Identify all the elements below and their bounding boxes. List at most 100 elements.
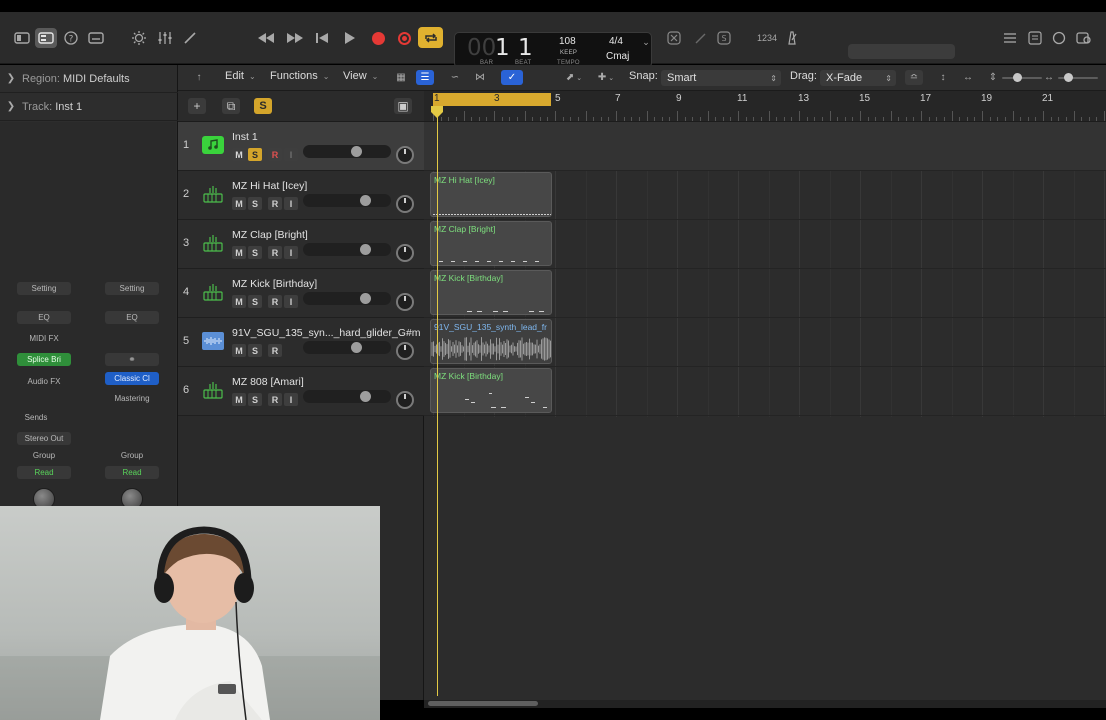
smart-controls-icon[interactable] bbox=[129, 28, 149, 48]
volume-slider[interactable] bbox=[303, 292, 391, 306]
record-enable-button[interactable]: R bbox=[268, 148, 282, 161]
fast-forward-icon[interactable] bbox=[284, 28, 306, 48]
volume-slider[interactable] bbox=[303, 390, 391, 404]
instrument-slot[interactable]: Splice Bri bbox=[17, 353, 71, 366]
edit-menu[interactable]: Edit ⌄ bbox=[225, 70, 256, 82]
pan-knob[interactable] bbox=[396, 244, 414, 262]
toolbar-icon[interactable] bbox=[85, 28, 107, 48]
key-commands-field[interactable] bbox=[848, 44, 955, 59]
functions-menu[interactable]: Functions ⌄ bbox=[270, 70, 329, 82]
volume-thumb[interactable] bbox=[351, 342, 362, 354]
mute-button[interactable]: M bbox=[232, 148, 246, 161]
horizontal-zoom-icon[interactable]: ↔ bbox=[1040, 70, 1058, 85]
volume-slider[interactable] bbox=[303, 243, 391, 257]
audio-fx-slot[interactable]: Audio FX bbox=[17, 375, 71, 388]
disclosure-chevron-icon[interactable]: ❯ bbox=[0, 101, 22, 112]
pan-knob[interactable] bbox=[396, 146, 414, 164]
input-monitor-button[interactable]: I bbox=[284, 246, 298, 259]
automation-icon[interactable]: ∽ bbox=[446, 70, 464, 85]
play-icon[interactable] bbox=[340, 28, 360, 48]
setting-button[interactable]: Setting bbox=[17, 282, 71, 295]
midi-region[interactable]: MZ Clap [Bright] bbox=[430, 221, 552, 266]
solo-button[interactable]: S bbox=[248, 344, 262, 357]
browsers-icon[interactable] bbox=[1073, 28, 1095, 48]
playhead[interactable] bbox=[437, 108, 438, 696]
pan-knob[interactable] bbox=[396, 293, 414, 311]
vertical-zoom-slider[interactable] bbox=[1002, 77, 1042, 79]
vertical-zoom-thumb[interactable] bbox=[1013, 73, 1022, 82]
midi-region[interactable]: MZ Kick [Birthday] bbox=[430, 368, 552, 413]
midi-region[interactable]: MZ Hi Hat [Icey] bbox=[430, 172, 552, 217]
secondary-tool-icon[interactable]: ✚ ⌄ bbox=[594, 70, 618, 85]
capture-record-icon[interactable] bbox=[394, 28, 414, 48]
autopunch-icon[interactable]: S bbox=[714, 28, 734, 48]
cycle-range[interactable] bbox=[433, 93, 551, 106]
midi-fx-slot[interactable]: MIDI FX bbox=[17, 332, 71, 345]
drag-select[interactable]: X-Fade ⇕ bbox=[820, 70, 896, 86]
mute-button[interactable]: M bbox=[232, 295, 246, 308]
mute-button[interactable]: M bbox=[232, 197, 246, 210]
track-lane[interactable] bbox=[424, 122, 1106, 171]
cycle-icon[interactable] bbox=[418, 27, 443, 48]
group-slot[interactable]: Group bbox=[105, 449, 159, 462]
mute-button[interactable]: M bbox=[232, 246, 246, 259]
track-name[interactable]: MZ 808 [Amari] bbox=[232, 376, 304, 388]
add-track-button[interactable]: + bbox=[188, 98, 206, 114]
pan-knob[interactable] bbox=[396, 342, 414, 360]
chevron-down-icon[interactable]: ⌄ bbox=[640, 32, 652, 52]
volume-thumb[interactable] bbox=[360, 293, 371, 305]
input-monitor-button[interactable]: I bbox=[284, 393, 298, 406]
mastering-slot[interactable]: Mastering bbox=[105, 392, 159, 405]
mute-button[interactable]: M bbox=[232, 344, 246, 357]
track-name[interactable]: MZ Hi Hat [Icey] bbox=[232, 180, 307, 192]
tracks-area[interactable]: 1 3 5 7 9 11 13 15 17 19 21 MZ Hi Hat [I… bbox=[424, 91, 1106, 700]
view-menu[interactable]: View ⌄ bbox=[343, 70, 378, 82]
track-name[interactable]: MZ Kick [Birthday] bbox=[232, 278, 317, 290]
flex-icon[interactable]: ⋈ bbox=[471, 70, 489, 85]
record-enable-button[interactable]: R bbox=[268, 344, 282, 357]
track-row[interactable]: 1 Inst 1 M S R I bbox=[178, 122, 424, 171]
solo-button[interactable]: S bbox=[248, 295, 262, 308]
volume-thumb[interactable] bbox=[360, 244, 371, 256]
record-enable-button[interactable]: R bbox=[268, 295, 282, 308]
pan-knob[interactable] bbox=[396, 195, 414, 213]
volume-slider[interactable] bbox=[303, 145, 391, 159]
group-slot[interactable]: Group bbox=[17, 449, 71, 462]
volume-slider[interactable] bbox=[303, 341, 391, 355]
loop-browser-icon[interactable] bbox=[1049, 28, 1069, 48]
track-row[interactable]: 3 MZ Clap [Bright] M S R I bbox=[178, 220, 424, 269]
sends-slot[interactable]: Sends bbox=[16, 411, 56, 424]
track-options-icon[interactable]: ▣ bbox=[394, 98, 412, 114]
volume-thumb[interactable] bbox=[351, 146, 362, 158]
solo-button[interactable]: S bbox=[248, 246, 262, 259]
automation-mode-button[interactable]: Read bbox=[105, 466, 159, 479]
list-view-icon[interactable]: ☰ bbox=[416, 70, 434, 85]
input-monitor-button[interactable]: I bbox=[284, 148, 298, 161]
count-in-icon[interactable]: 1234 bbox=[755, 28, 779, 48]
track-row[interactable]: 5 91V_SGU_135_syn..._hard_glider_G#m M S… bbox=[178, 318, 424, 367]
link-icon[interactable]: ⚭ bbox=[105, 353, 159, 366]
output-button[interactable]: Stereo Out bbox=[17, 432, 71, 445]
bar-ruler[interactable]: 1 3 5 7 9 11 13 15 17 19 21 bbox=[424, 91, 1106, 122]
metronome-icon[interactable] bbox=[782, 28, 802, 48]
rewind-icon[interactable] bbox=[255, 28, 277, 48]
grid-view-icon[interactable]: ▦ bbox=[392, 70, 410, 85]
go-to-start-icon[interactable] bbox=[312, 28, 332, 48]
list-editors-icon[interactable] bbox=[1000, 28, 1020, 48]
duplicate-track-icon[interactable]: ⧉ bbox=[222, 98, 240, 114]
volume-slider[interactable] bbox=[303, 194, 391, 208]
disclosure-chevron-icon[interactable]: ❯ bbox=[0, 73, 22, 84]
tuner-icon[interactable] bbox=[664, 28, 684, 48]
lcd-display[interactable]: 00 1 1 BAR BEAT 108 KEEP TEMPO 4/4 Cmaj bbox=[454, 32, 652, 68]
solo-button[interactable]: S bbox=[248, 393, 262, 406]
track-row[interactable]: 2 MZ Hi Hat [Icey] M S R I bbox=[178, 171, 424, 220]
pointer-tool-icon[interactable]: ⬈ ⌄ bbox=[562, 70, 586, 85]
horizontal-fit-icon[interactable]: ↔ bbox=[959, 70, 977, 85]
editors-icon[interactable] bbox=[180, 28, 200, 48]
vertical-zoom-icon[interactable]: ⇕ bbox=[984, 70, 1002, 85]
track-row[interactable]: 6 MZ 808 [Amari] M S R I bbox=[178, 367, 424, 416]
input-monitor-button[interactable]: I bbox=[284, 197, 298, 210]
scrollbar-thumb[interactable] bbox=[428, 701, 538, 706]
replace-icon[interactable] bbox=[690, 28, 710, 48]
record-enable-button[interactable]: R bbox=[268, 393, 282, 406]
